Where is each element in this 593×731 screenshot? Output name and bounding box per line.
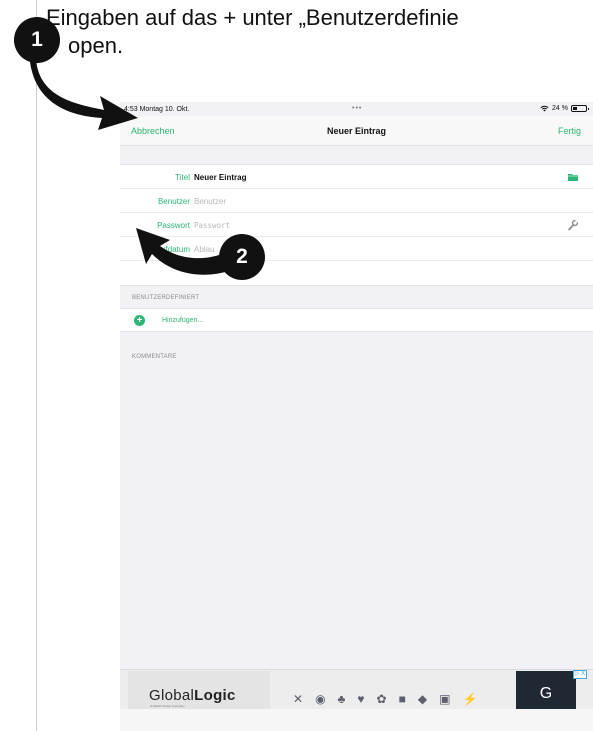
callout-badge-1: 1	[14, 17, 60, 63]
arrow-2	[136, 228, 232, 275]
arrow-1	[30, 60, 138, 130]
callout-arrows	[30, 60, 232, 275]
callout-badge-2: 2	[219, 234, 265, 280]
